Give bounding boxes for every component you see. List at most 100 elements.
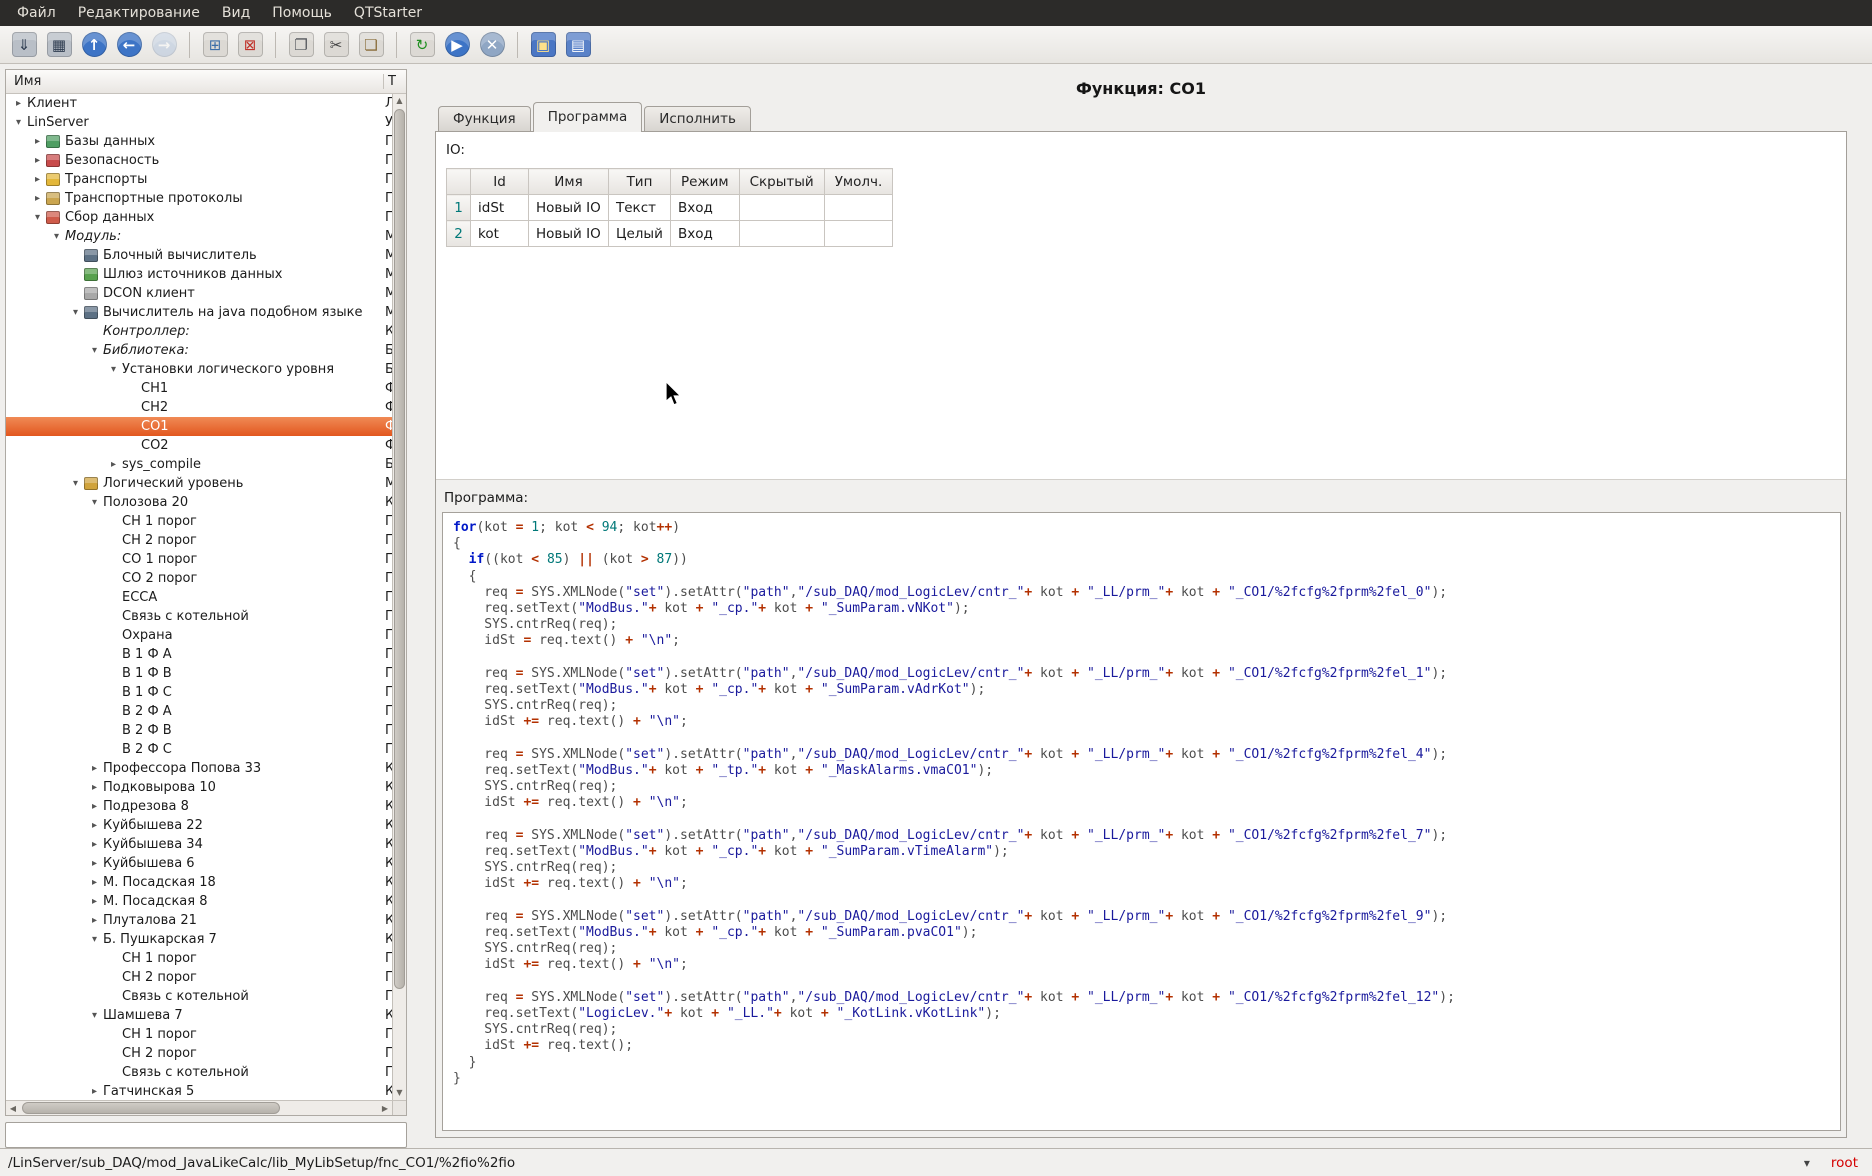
- tree-item[interactable]: ▸Подковырова 10К: [6, 778, 392, 797]
- expand-arrow-icon[interactable]: ▸: [86, 763, 103, 774]
- collapse-arrow-icon[interactable]: ▾: [86, 497, 103, 508]
- tree-item[interactable]: ▸sys_compileБ: [6, 455, 392, 474]
- io-table-column-header[interactable]: Скрытый: [739, 169, 824, 195]
- tree-item[interactable]: ▸ТранспортыП: [6, 170, 392, 189]
- collapse-arrow-icon[interactable]: ▾: [48, 231, 65, 242]
- load-button[interactable]: ⇓: [8, 29, 40, 61]
- collapse-arrow-icon[interactable]: ▾: [10, 117, 27, 128]
- expand-arrow-icon[interactable]: ▸: [29, 193, 46, 204]
- item-delete-button[interactable]: ⊠: [234, 29, 266, 61]
- status-dropdown-arrow-icon[interactable]: ▾: [1797, 1156, 1817, 1170]
- tree-header-type-column[interactable]: Т: [383, 74, 406, 89]
- current-user-label[interactable]: root: [1831, 1155, 1858, 1171]
- menu-item-file[interactable]: Файл: [6, 2, 67, 24]
- tree-item[interactable]: В 2 Ф ВП: [6, 721, 392, 740]
- tree-item[interactable]: CO 1 порогП: [6, 550, 392, 569]
- collapse-arrow-icon[interactable]: ▾: [86, 345, 103, 356]
- tree-item[interactable]: ▾Вычислитель на java подобном языкеМ: [6, 303, 392, 322]
- tree-item[interactable]: ▸БезопасностьП: [6, 151, 392, 170]
- expand-arrow-icon[interactable]: ▸: [86, 820, 103, 831]
- vision-button[interactable]: ▣: [527, 29, 559, 61]
- io-table-column-header[interactable]: Режим: [671, 169, 740, 195]
- tree-header-name-column[interactable]: Имя: [6, 74, 383, 89]
- panel-splitter[interactable]: [411, 69, 417, 1148]
- tree-item[interactable]: ▸Профессора Попова 33К: [6, 759, 392, 778]
- io-table-cell[interactable]: [824, 195, 893, 221]
- back-button[interactable]: ←: [113, 29, 145, 61]
- expand-arrow-icon[interactable]: ▸: [86, 858, 103, 869]
- io-table-cell[interactable]: Новый IO: [529, 221, 609, 247]
- tree-item[interactable]: ▾Библиотека:Б: [6, 341, 392, 360]
- save-button[interactable]: ▦: [43, 29, 75, 61]
- io-table-cell[interactable]: Вход: [671, 195, 740, 221]
- io-table-cell[interactable]: [739, 195, 824, 221]
- tree-item[interactable]: ▸М. Посадская 8К: [6, 892, 392, 911]
- expand-arrow-icon[interactable]: ▸: [29, 136, 46, 147]
- scrollbar-track[interactable]: [20, 1101, 378, 1115]
- io-table-row[interactable]: 1idStНовый IOТекстВход: [447, 195, 893, 221]
- tree-item[interactable]: ▸КлиентЛ: [6, 94, 392, 113]
- tree-item[interactable]: В 2 Ф АП: [6, 702, 392, 721]
- collapse-arrow-icon[interactable]: ▾: [86, 1010, 103, 1021]
- scroll-up-icon[interactable]: ▲: [393, 94, 406, 108]
- scrollbar-track[interactable]: [393, 108, 406, 1086]
- tree-item[interactable]: ▾Сбор данныхП: [6, 208, 392, 227]
- tree-item[interactable]: ECCAП: [6, 588, 392, 607]
- tree-horizontal-scrollbar[interactable]: ◀ ▶: [6, 1100, 406, 1115]
- copy-button[interactable]: ❐: [285, 29, 317, 61]
- tree-item[interactable]: ▸Подрезова 8К: [6, 797, 392, 816]
- io-table[interactable]: IdИмяТипРежимСкрытыйУмолч. 1idStНовый IO…: [446, 168, 893, 247]
- expand-arrow-icon[interactable]: ▸: [10, 98, 27, 109]
- tree-item[interactable]: ▸Плуталова 21К: [6, 911, 392, 930]
- tree-item[interactable]: ▾LinServerУ: [6, 113, 392, 132]
- io-table-column-header[interactable]: Тип: [609, 169, 671, 195]
- menu-item-edit[interactable]: Редактирование: [67, 2, 211, 24]
- tree-item[interactable]: ▸Куйбышева 22К: [6, 816, 392, 835]
- tree-item[interactable]: ОхранаП: [6, 626, 392, 645]
- forward-button[interactable]: →: [148, 29, 180, 61]
- up-button[interactable]: ↑: [78, 29, 110, 61]
- start-button[interactable]: ▶: [441, 29, 473, 61]
- tree-item[interactable]: CO1Ф: [6, 417, 392, 436]
- expand-arrow-icon[interactable]: ▸: [86, 896, 103, 907]
- scrollbar-thumb[interactable]: [22, 1102, 280, 1114]
- expand-arrow-icon[interactable]: ▸: [29, 174, 46, 185]
- tree-vertical-scrollbar[interactable]: ▲ ▼: [392, 94, 406, 1100]
- tree-item[interactable]: CH 2 порогП: [6, 1044, 392, 1063]
- io-table-column-header[interactable]: Имя: [529, 169, 609, 195]
- tree-item[interactable]: CH 1 порогП: [6, 1025, 392, 1044]
- tab-execute[interactable]: Исполнить: [644, 106, 751, 131]
- paste-button[interactable]: ❏: [355, 29, 387, 61]
- expand-arrow-icon[interactable]: ▸: [86, 915, 103, 926]
- tree-item[interactable]: Связь с котельнойП: [6, 987, 392, 1006]
- expand-arrow-icon[interactable]: ▸: [105, 459, 122, 470]
- io-table-column-header[interactable]: Умолч.: [824, 169, 893, 195]
- cut-button[interactable]: ✂: [320, 29, 352, 61]
- io-table-cell[interactable]: Текст: [609, 195, 671, 221]
- menu-item-view[interactable]: Вид: [211, 2, 261, 24]
- tree-item[interactable]: CO2Ф: [6, 436, 392, 455]
- tree-item[interactable]: ▸Куйбышева 34К: [6, 835, 392, 854]
- tree-item[interactable]: Шлюз источников данныхМ: [6, 265, 392, 284]
- collapse-arrow-icon[interactable]: ▾: [86, 934, 103, 945]
- tree-filter-input[interactable]: [5, 1122, 407, 1148]
- tree-item[interactable]: ▾Установки логического уровняБ: [6, 360, 392, 379]
- collapse-arrow-icon[interactable]: ▾: [105, 364, 122, 375]
- io-table-row[interactable]: 2kotНовый IOЦелыйВход: [447, 221, 893, 247]
- tree-item[interactable]: В 1 Ф ВП: [6, 664, 392, 683]
- scrollbar-thumb[interactable]: [394, 109, 405, 989]
- tree-item[interactable]: Блочный вычислительМ: [6, 246, 392, 265]
- tree-item[interactable]: CH 2 порогП: [6, 531, 392, 550]
- tree-item[interactable]: CO 2 порогП: [6, 569, 392, 588]
- tree-item[interactable]: В 2 Ф СП: [6, 740, 392, 759]
- item-add-button[interactable]: ⊞: [199, 29, 231, 61]
- refresh-button[interactable]: ↻: [406, 29, 438, 61]
- code-editor[interactable]: for(kot = 1; kot < 94; kot++){ if((kot <…: [442, 512, 1841, 1131]
- io-table-cell[interactable]: [824, 221, 893, 247]
- tree-item[interactable]: ▸Гатчинская 5К: [6, 1082, 392, 1100]
- expand-arrow-icon[interactable]: ▸: [86, 782, 103, 793]
- tree-item[interactable]: ▾Б. Пушкарская 7К: [6, 930, 392, 949]
- tree-item[interactable]: DCON клиентМ: [6, 284, 392, 303]
- tree-item[interactable]: CH 1 порогП: [6, 949, 392, 968]
- tree-item[interactable]: CH 1 порогП: [6, 512, 392, 531]
